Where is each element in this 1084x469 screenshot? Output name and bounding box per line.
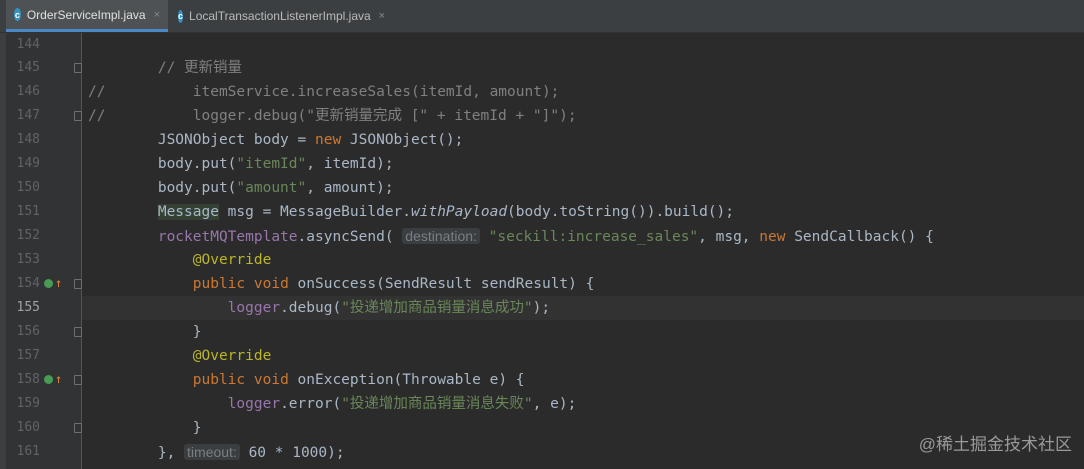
- code-line[interactable]: 153 @Override: [0, 248, 1084, 272]
- code-line[interactable]: 145 // 更新销量: [0, 56, 1084, 80]
- code-text: // 更新销量: [157, 60, 243, 76]
- editor-tab-bar: c OrderServiceImpl.java × c LocalTransac…: [0, 0, 1084, 33]
- code-line[interactable]: 152 rocketMQTemplate.asyncSend( destinat…: [0, 224, 1084, 248]
- code-line[interactable]: 149 body.put("itemId", itemId);: [0, 152, 1084, 176]
- code-text: }: [88, 324, 202, 340]
- code-line[interactable]: 146 // itemService.increaseSales(itemId,…: [0, 80, 1084, 104]
- code-line[interactable]: 150 body.put("amount", amount);: [0, 176, 1084, 200]
- code-line[interactable]: 158 ↑ public void onException(Throwable …: [0, 368, 1084, 392]
- line-number: 145: [16, 60, 40, 75]
- line-number: 149: [16, 156, 40, 171]
- tab-label: OrderServiceImpl.java: [26, 7, 146, 22]
- arrow-up-icon[interactable]: ↑: [55, 277, 62, 289]
- line-number: 148: [16, 132, 40, 147]
- code-text: @Override: [192, 348, 272, 364]
- close-icon[interactable]: ×: [379, 10, 385, 22]
- arrow-up-icon[interactable]: ↑: [55, 373, 62, 385]
- fold-marker-icon[interactable]: [74, 423, 82, 433]
- code-line[interactable]: 154 ↑ public void onSuccess(SendResult s…: [0, 272, 1084, 296]
- code-line[interactable]: 159 logger.error("投递增加商品销量消息失败", e);: [0, 392, 1084, 416]
- line-number: 150: [16, 180, 40, 195]
- java-class-icon: c: [14, 8, 21, 21]
- code-text: JSONObject body = new JSONObject();: [88, 132, 464, 148]
- code-text: body.put("amount", amount);: [88, 180, 394, 196]
- code-text: public void onException(Throwable e) {: [192, 372, 525, 388]
- line-number: 158: [16, 372, 40, 387]
- tab-label: LocalTransactionListenerImpl.java: [189, 9, 371, 23]
- line-number: 154: [16, 276, 40, 291]
- implements-method-icon[interactable]: [44, 375, 53, 384]
- code-line[interactable]: 148 JSONObject body = new JSONObject();: [0, 128, 1084, 152]
- parameter-hint: timeout:: [184, 444, 240, 460]
- code-text: logger.debug("投递增加商品销量消息成功");: [227, 300, 551, 316]
- line-number: 155: [16, 300, 40, 315]
- close-icon[interactable]: ×: [154, 9, 160, 21]
- code-line[interactable]: 144: [0, 33, 1084, 57]
- line-number: 159: [16, 396, 40, 411]
- code-line[interactable]: 156 }: [0, 320, 1084, 344]
- code-text: rocketMQTemplate.asyncSend( destination:…: [157, 228, 934, 245]
- fold-marker-icon[interactable]: [74, 279, 82, 289]
- line-number: 160: [16, 420, 40, 435]
- code-text: Message msg = MessageBuilder.withPayload…: [157, 204, 735, 220]
- tab-local-transaction-listener-impl[interactable]: c LocalTransactionListenerImpl.java ×: [170, 0, 392, 32]
- code-line[interactable]: 147 // logger.debug("更新销量完成 [" + itemId …: [0, 104, 1084, 128]
- implements-method-icon[interactable]: [44, 279, 53, 288]
- code-text: body.put("itemId", itemId);: [88, 156, 394, 172]
- code-text: }, timeout: 60 * 1000);: [88, 444, 345, 461]
- code-text: @Override: [192, 252, 272, 268]
- line-number: 151: [16, 204, 40, 219]
- code-line[interactable]: 157 @Override: [0, 344, 1084, 368]
- code-text: logger.error("投递增加商品销量消息失败", e);: [227, 396, 577, 412]
- line-number: 157: [16, 348, 40, 363]
- fold-marker-icon[interactable]: [74, 63, 82, 73]
- tab-order-service-impl[interactable]: c OrderServiceImpl.java ×: [6, 0, 168, 32]
- fold-marker-icon[interactable]: [74, 327, 82, 337]
- code-text: // logger.debug("更新销量完成 [" + itemId + "]…: [88, 108, 577, 124]
- code-text: // itemService.increaseSales(itemId, amo…: [88, 84, 560, 100]
- line-number: 144: [16, 37, 40, 52]
- line-number: 152: [16, 228, 40, 243]
- code-text: }: [88, 420, 202, 436]
- fold-marker-icon[interactable]: [74, 111, 82, 121]
- line-number: 156: [16, 324, 40, 339]
- fold-marker-icon[interactable]: [74, 375, 82, 385]
- watermark: @稀土掘金技术社区: [918, 435, 1072, 454]
- line-number: 161: [16, 444, 40, 459]
- line-number: 146: [16, 84, 40, 99]
- code-text: public void onSuccess(SendResult sendRes…: [192, 276, 595, 292]
- code-line-current[interactable]: 155 logger.debug("投递增加商品销量消息成功");: [0, 296, 1084, 320]
- line-number: 153: [16, 252, 40, 267]
- parameter-hint: destination:: [402, 228, 480, 244]
- code-line[interactable]: 151 Message msg = MessageBuilder.withPay…: [0, 200, 1084, 224]
- line-number: 147: [16, 108, 40, 123]
- java-class-icon: c: [178, 9, 184, 23]
